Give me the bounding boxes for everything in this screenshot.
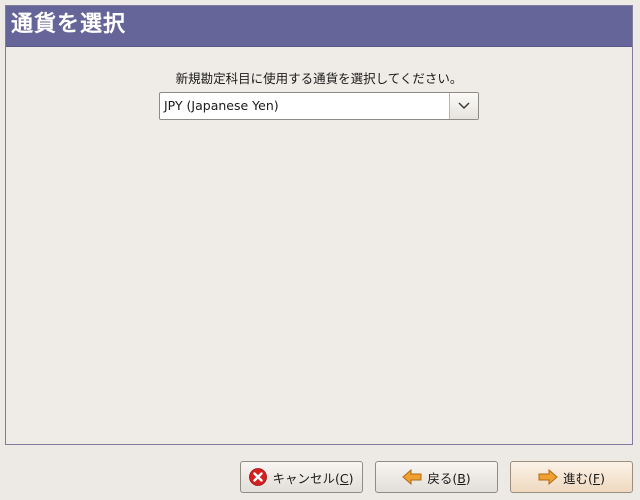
back-label-text: 戻る( [427,470,458,486]
forward-label-suffix: ) [600,470,605,486]
chevron-down-icon [458,102,470,110]
back-label-suffix: ) [465,470,471,486]
currency-prompt-label: 新規勘定科目に使用する通貨を選択してください。 [175,71,463,86]
forward-button[interactable]: 進む(F) [510,461,633,493]
arrow-right-icon [538,468,558,486]
forward-label-text: 進む( [563,470,593,486]
cancel-label-text: キャンセル( [272,470,340,486]
currency-select-value: JPY (Japanese Yen) [164,98,279,113]
forward-button-label: 進む(F) [563,468,605,487]
cancel-mnemonic: C [339,470,349,486]
arrow-left-icon [402,468,422,486]
cancel-button-label: キャンセル(C) [272,468,353,487]
header-bar: 通貨を選択 [6,6,632,47]
cancel-button[interactable]: キャンセル(C) [240,461,363,493]
page-title: 通貨を選択 [11,12,127,37]
cancel-label-suffix: ) [348,470,354,486]
back-button-label: 戻る(B) [427,468,470,487]
currency-select[interactable]: JPY (Japanese Yen) [159,92,479,120]
currency-dropdown-button[interactable] [449,93,478,119]
back-mnemonic: B [457,470,466,486]
back-button[interactable]: 戻る(B) [375,461,498,493]
cancel-icon [249,468,268,486]
forward-mnemonic: F [592,470,601,486]
assistant-page: 通貨を選択 新規勘定科目に使用する通貨を選択してください。 JPY (Japan… [5,5,633,445]
